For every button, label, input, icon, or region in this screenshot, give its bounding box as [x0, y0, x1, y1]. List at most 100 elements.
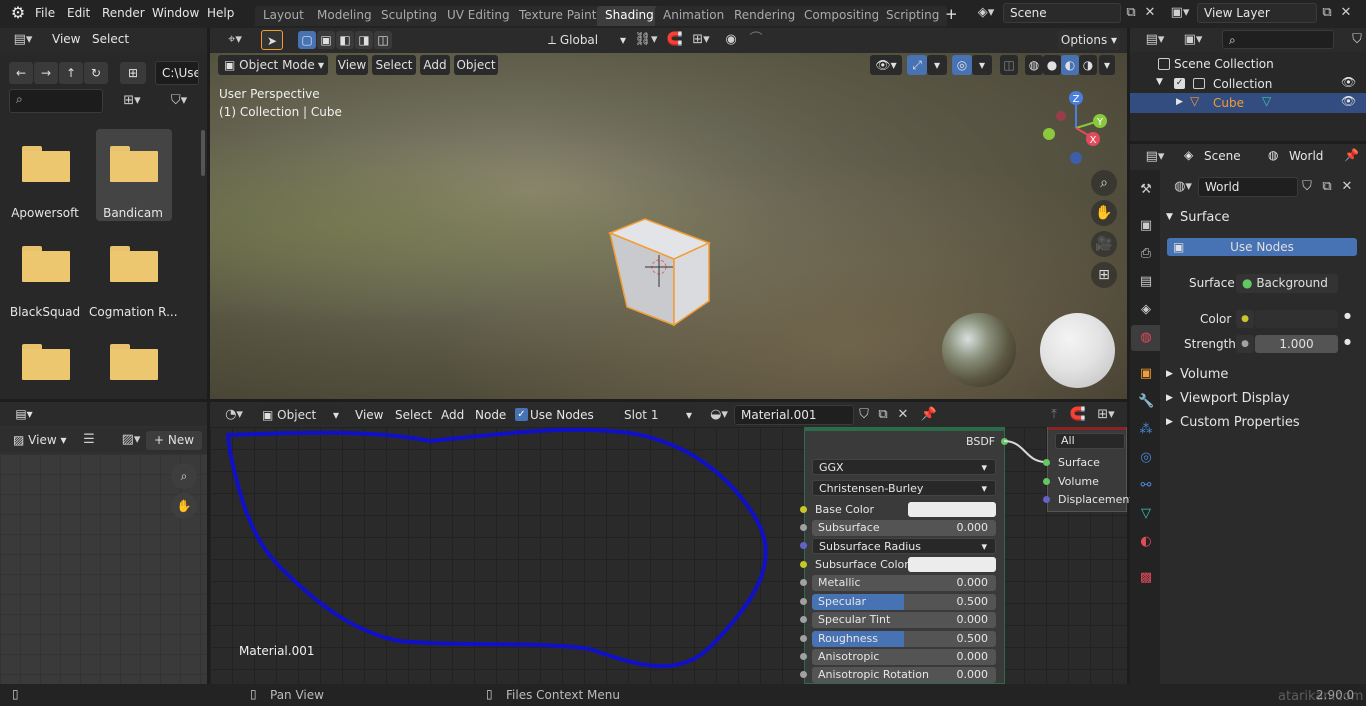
material-tab-icon[interactable]: ◐: [1138, 534, 1154, 550]
subsurface-socket[interactable]: [800, 524, 807, 531]
cube-object[interactable]: [605, 215, 715, 330]
proportional-editing-icon[interactable]: ◉: [722, 31, 740, 49]
outliner-cube-row[interactable]: [1130, 93, 1366, 113]
filter-icon[interactable]: ⛉: [1348, 31, 1366, 49]
parent-directory-button[interactable]: ↑: [59, 62, 83, 84]
tab-sculpting[interactable]: Sculpting: [373, 6, 446, 26]
snap-icon[interactable]: 🧲: [666, 31, 684, 49]
anisotropic-field[interactable]: Anisotropic 0.000: [812, 649, 996, 665]
new-scene-icon[interactable]: ⧉: [1123, 4, 1139, 22]
metallic-field[interactable]: Metallic 0.000: [812, 575, 996, 591]
specular-tint-field[interactable]: Specular Tint 0.000: [812, 612, 996, 628]
distribution-dropdown[interactable]: GGX ▾: [812, 459, 996, 475]
node-select-menu[interactable]: Select: [395, 408, 432, 422]
file-item-label[interactable]: Apowersoft: [1, 206, 89, 220]
subsurface-method-dropdown[interactable]: Christensen-Burley ▾: [812, 480, 996, 496]
expand-icon[interactable]: ▶: [1166, 417, 1173, 427]
scene-name-field[interactable]: Scene: [1003, 3, 1121, 23]
surface-shader-dropdown[interactable]: ● Background: [1236, 274, 1338, 293]
slot-dropdown[interactable]: Slot 1 ▾: [618, 405, 696, 425]
folder-icon[interactable]: [22, 246, 70, 282]
unlink-world-icon[interactable]: ✕: [1338, 178, 1356, 196]
expand-icon[interactable]: ▶: [1176, 97, 1183, 107]
image-pan-hand-icon[interactable]: ✋: [171, 493, 197, 519]
scene-icon[interactable]: ◈▾: [972, 4, 1000, 22]
file-browser-view-menu[interactable]: View: [52, 32, 80, 46]
file-item-label[interactable]: Cogmation R...: [89, 305, 177, 319]
collection-checkbox[interactable]: ✓: [1174, 78, 1185, 89]
chevron-down-icon[interactable]: ▼: [1166, 212, 1173, 222]
options-dropdown[interactable]: Options ▾: [1058, 30, 1120, 50]
select-mode-intersect-icon[interactable]: ◫: [374, 31, 392, 49]
pivot-point-icon[interactable]: ⛓▾: [632, 31, 660, 49]
tab-modeling[interactable]: Modeling: [309, 6, 380, 26]
folder-icon[interactable]: [22, 146, 70, 182]
pin-icon[interactable]: 📌: [920, 406, 938, 424]
view-layer-icon[interactable]: ▣▾: [1168, 4, 1192, 22]
viewport-display-section-header[interactable]: Viewport Display: [1180, 391, 1290, 406]
volume-section-header[interactable]: Volume: [1180, 367, 1228, 382]
folder-icon[interactable]: [110, 246, 158, 282]
viewport-add-menu[interactable]: Add: [420, 55, 450, 75]
snap-target-icon[interactable]: ⊞▾: [686, 31, 716, 49]
image-browse-icon[interactable]: ▨▾: [116, 431, 146, 449]
metallic-socket[interactable]: [800, 579, 807, 586]
blender-logo-icon[interactable]: ⚙: [8, 4, 28, 22]
view-layer-tab-icon[interactable]: ▤: [1138, 274, 1154, 290]
image-zoom-icon[interactable]: ⌕: [171, 463, 197, 489]
keyframe-dot-icon[interactable]: ●: [1344, 311, 1351, 320]
render-tab-icon[interactable]: ▣: [1138, 218, 1154, 234]
object-tab-icon[interactable]: ▣: [1138, 366, 1154, 382]
refresh-button[interactable]: ↻: [84, 62, 108, 84]
perspective-toggle-icon[interactable]: ⊞: [1091, 262, 1117, 288]
physics-tab-icon[interactable]: ◎: [1138, 450, 1154, 466]
file-item-label[interactable]: BlackSquad: [1, 305, 89, 319]
outliner-search-field[interactable]: ⌕: [1222, 30, 1334, 49]
modifiers-tab-icon[interactable]: 🔧: [1138, 394, 1154, 410]
tab-rendering[interactable]: Rendering: [726, 6, 804, 26]
anisotropic-rotation-socket[interactable]: [800, 671, 807, 678]
editor-type-icon[interactable]: ▤▾: [1140, 31, 1170, 49]
transform-orientation-dropdown[interactable]: ⟂ Global ▾: [542, 30, 632, 50]
camera-view-icon[interactable]: 🎥: [1091, 231, 1117, 257]
object-mode-dropdown[interactable]: ▣ Object Mode ▾: [218, 55, 328, 75]
use-nodes-button[interactable]: ▣ Use Nodes: [1167, 238, 1357, 256]
file-item-label[interactable]: Bandicam: [89, 206, 177, 220]
anisotropic-socket[interactable]: [800, 653, 807, 660]
subsurface-color-swatch[interactable]: [908, 557, 996, 572]
menu-edit[interactable]: Edit: [67, 6, 90, 20]
gizmo-toggle[interactable]: ⤢: [907, 55, 927, 75]
rendered-shading-icon[interactable]: ◑: [1079, 55, 1097, 75]
color-socket-button[interactable]: ●: [1236, 310, 1254, 328]
wireframe-shading-icon[interactable]: ◍: [1025, 55, 1043, 75]
snap-element-icon[interactable]: ⊞▾: [1092, 406, 1120, 424]
world-tab-icon[interactable]: ◍: [1138, 330, 1154, 346]
editor-type-dropdown[interactable]: ▤▾: [9, 405, 39, 423]
tab-layout[interactable]: Layout: [255, 6, 312, 26]
outliner-collection[interactable]: Collection: [1213, 77, 1272, 91]
visibility-dropdown[interactable]: 👁▾: [870, 55, 902, 75]
properties-scene-tab[interactable]: Scene: [1204, 149, 1241, 163]
material-name-field[interactable]: Material.001: [734, 405, 854, 425]
base-color-swatch[interactable]: [908, 502, 996, 517]
subsurface-radius-socket[interactable]: [800, 542, 807, 549]
properties-world-tab[interactable]: World: [1289, 149, 1323, 163]
tool-tab-icon[interactable]: ⚒: [1138, 182, 1154, 198]
forward-button[interactable]: →: [34, 62, 58, 84]
editor-type-icon[interactable]: ⌖▾: [220, 31, 250, 49]
gizmo-dropdown[interactable]: ▾: [927, 55, 947, 75]
duplicate-world-icon[interactable]: ⧉: [1318, 178, 1336, 196]
folder-icon[interactable]: [110, 146, 158, 182]
world-name-field[interactable]: World: [1198, 177, 1298, 197]
volume-input-socket[interactable]: [1043, 478, 1050, 485]
menu-render[interactable]: Render: [102, 6, 145, 20]
overlays-toggle[interactable]: ◎: [952, 55, 972, 75]
object-data-tab-icon[interactable]: ▽: [1138, 506, 1154, 522]
strength-socket-button[interactable]: ●: [1236, 335, 1254, 353]
tab-compositing[interactable]: Compositing: [796, 6, 888, 26]
custom-properties-section-header[interactable]: Custom Properties: [1180, 415, 1300, 430]
viewport-select-menu[interactable]: Select: [372, 55, 416, 75]
world-browse-icon[interactable]: ◍▾: [1168, 178, 1198, 196]
tab-texture-paint[interactable]: Texture Paint: [511, 6, 605, 26]
unlink-material-icon[interactable]: ✕: [894, 406, 912, 424]
